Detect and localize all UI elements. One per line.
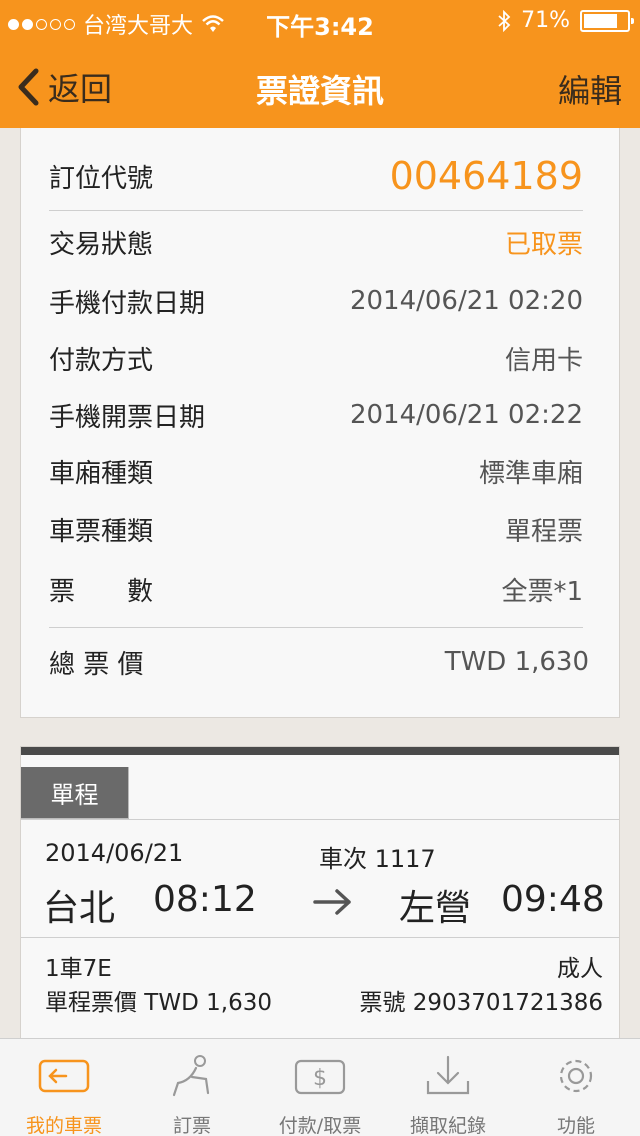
- info-row-value: 2014/06/21 02:22: [349, 400, 583, 430]
- payment-icon: $: [294, 1059, 346, 1095]
- arrival-time: 09:48: [501, 879, 605, 920]
- info-row: 交易狀態 已取票: [49, 222, 583, 262]
- divider: [21, 819, 619, 820]
- train-number: 車次 1117: [319, 845, 436, 873]
- divider: [21, 937, 619, 938]
- passenger-type: 成人: [557, 956, 603, 982]
- ticket-number: 票號 2903701721386: [359, 990, 603, 1016]
- ticket-icon: [38, 1059, 90, 1093]
- info-row: 手機開票日期 2014/06/21 02:22: [49, 395, 583, 435]
- trip-date: 2014/06/21: [45, 839, 184, 867]
- download-icon: [426, 1055, 470, 1095]
- gear-icon: [559, 1059, 593, 1093]
- tab-my-tickets[interactable]: 我的車票: [0, 1039, 128, 1136]
- trip-type-tag: 單程: [21, 767, 129, 819]
- info-row-value: 2014/06/21 02:20: [349, 286, 583, 316]
- info-row-label: 手機開票日期: [49, 402, 206, 433]
- info-row-label: 付款方式: [49, 345, 154, 376]
- trip-card: 單程 2014/06/21 車次 1117 台北 08:12 左營 09:48 …: [20, 746, 620, 1046]
- svg-text:$: $: [313, 1066, 327, 1091]
- booking-code-label: 訂位代號: [49, 163, 154, 194]
- tab-bar: 我的車票 訂票 $ 付款/取票 擷取紀錄 功能: [0, 1038, 640, 1136]
- total-label: 總 票 價: [49, 649, 144, 680]
- info-row: 票 數 全票*1: [49, 569, 583, 609]
- tab-label: 我的車票: [25, 1115, 102, 1136]
- battery-icon: [580, 9, 634, 32]
- info-row-label: 車廂種類: [49, 458, 154, 489]
- booking-code-row: 訂位代號 00464189: [49, 148, 583, 204]
- tab-records[interactable]: 擷取紀錄: [384, 1039, 512, 1136]
- divider: [49, 627, 583, 628]
- edit-button[interactable]: 編輯: [558, 66, 622, 112]
- battery-percent: 71%: [521, 8, 570, 33]
- booking-code-value: 00464189: [389, 154, 583, 198]
- info-row-value: 全票*1: [501, 576, 583, 607]
- seat-icon: [172, 1055, 210, 1097]
- nav-bar: 返回 票證資訊 編輯: [0, 40, 640, 128]
- departure-station: 台北: [43, 888, 116, 929]
- tab-payment[interactable]: $ 付款/取票: [256, 1039, 384, 1136]
- total-value: TWD 1,630: [444, 647, 589, 677]
- transaction-status-value: 已取票: [504, 229, 583, 260]
- info-row-value: 信用卡: [504, 345, 583, 376]
- departure-time: 08:12: [153, 879, 257, 920]
- header: 台湾大哥大 下午3:42 71% 返回 票證資訊 編輯: [0, 0, 640, 128]
- page-title: 票證資訊: [255, 72, 384, 110]
- tab-label: 訂票: [172, 1115, 211, 1136]
- info-row-value: 標準車廂: [478, 458, 583, 489]
- info-row-label: 票 數: [49, 576, 154, 607]
- info-row: 付款方式 信用卡: [49, 338, 583, 378]
- tab-booking[interactable]: 訂票: [128, 1039, 256, 1136]
- divider: [49, 210, 583, 211]
- bluetooth-icon: [498, 9, 511, 32]
- arrival-station: 左營: [399, 888, 472, 929]
- info-row-label: 手機付款日期: [49, 288, 206, 319]
- tab-label: 功能: [556, 1115, 595, 1136]
- total-row: 總 票 價 TWD 1,630: [49, 642, 589, 682]
- ticket-info-card: 訂位代號 00464189 交易狀態 已取票 手機付款日期 2014/06/21…: [20, 128, 620, 718]
- tab-functions[interactable]: 功能: [512, 1039, 640, 1136]
- info-row-label: 交易狀態: [49, 229, 154, 260]
- trip-card-topbar: [21, 747, 619, 755]
- status-bar: 台湾大哥大 下午3:42 71%: [0, 0, 640, 41]
- info-row-value: 單程票: [504, 516, 583, 547]
- info-row: 車票種類 單程票: [49, 509, 583, 549]
- info-row: 車廂種類 標準車廂: [49, 451, 583, 491]
- trip-price: 單程票價 TWD 1,630: [45, 990, 272, 1016]
- info-row: 手機付款日期 2014/06/21 02:20: [49, 281, 583, 321]
- tab-label: 付款/取票: [278, 1115, 362, 1136]
- seat-number: 1車7E: [45, 956, 112, 982]
- tab-label: 擷取紀錄: [409, 1115, 486, 1136]
- info-row-label: 車票種類: [49, 516, 154, 547]
- arrow-right-icon: [313, 889, 351, 915]
